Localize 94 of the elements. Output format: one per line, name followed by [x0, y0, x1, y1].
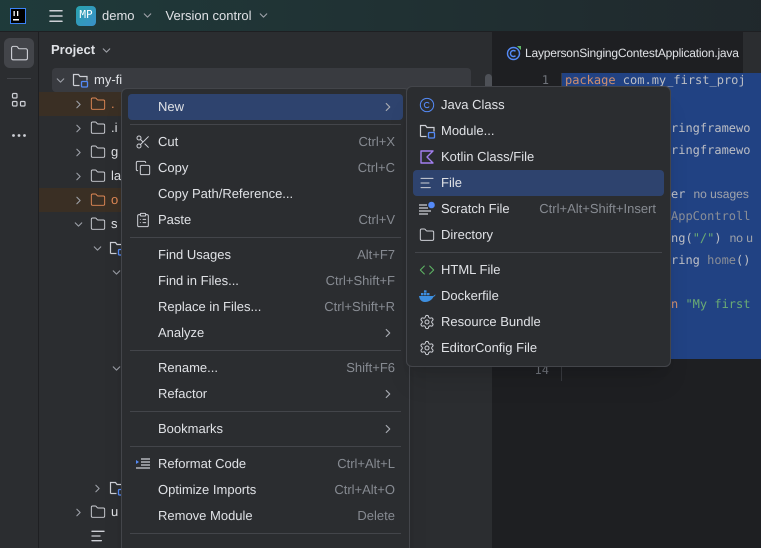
shortcut-label: Ctrl+Alt+Shift+Insert	[539, 200, 656, 218]
code-text: home	[707, 253, 736, 267]
code-text: ng(	[671, 231, 693, 245]
menu-item[interactable]: Cut Ctrl+X	[128, 129, 403, 155]
reformat-icon	[135, 457, 151, 471]
menu-item[interactable]: File	[413, 170, 664, 196]
menu-item[interactable]: Scratch File Ctrl+Alt+Shift+Insert	[413, 196, 664, 222]
code-text: "My first	[685, 297, 750, 311]
shortcut-label: Ctrl+Alt+O	[334, 481, 395, 500]
vcs-selector[interactable]: Version control	[166, 6, 270, 26]
module-icon	[418, 123, 436, 139]
copy-icon	[135, 160, 151, 176]
folder-icon	[90, 120, 106, 136]
folder-icon	[419, 227, 435, 243]
tree-label: g	[111, 143, 118, 162]
scratch-file-icon	[418, 201, 436, 217]
menu-item[interactable]: Reformat Code Ctrl+Alt+L	[128, 451, 403, 477]
code-text: package	[565, 73, 617, 87]
shortcut-label: Ctrl+Shift+R	[324, 298, 395, 316]
code-text: )	[714, 231, 722, 245]
tree-label: u	[111, 503, 118, 522]
code-text: "/"	[692, 231, 714, 245]
menu-item[interactable]: Module...	[413, 118, 664, 144]
module-folder-icon	[72, 72, 89, 88]
code-text: ringframewo	[671, 143, 750, 157]
shortcut-label: Ctrl+X	[358, 133, 395, 152]
inlay-hint: no usages	[693, 187, 749, 201]
menu-item[interactable]: HTML File	[413, 257, 664, 283]
menu-item[interactable]: Bookmarks	[128, 416, 403, 442]
class-icon	[419, 97, 435, 113]
settings-icon	[419, 340, 435, 356]
text-file-icon	[419, 175, 435, 191]
tree-label: .	[111, 95, 115, 114]
shortcut-label: Alt+F7	[357, 246, 395, 264]
menu-item[interactable]: New	[128, 94, 403, 120]
menu-item[interactable]: Optimize Imports Ctrl+Alt+O	[128, 477, 403, 503]
shortcut-label: Ctrl+V	[358, 211, 395, 230]
code-text: ringframewo	[671, 121, 750, 135]
code-text: com.my_first_proj	[622, 73, 746, 87]
menu-item[interactable]: Resource Bundle	[413, 309, 664, 335]
kotlin-icon	[419, 149, 435, 165]
settings-icon	[419, 314, 435, 330]
app-logo-icon	[10, 8, 26, 24]
shortcut-label: Ctrl+C	[358, 159, 395, 178]
code-text: n	[671, 297, 680, 311]
shortcut-label: Shift+F6	[346, 359, 395, 378]
folder-icon	[90, 504, 106, 520]
shortcut-label: Delete	[357, 507, 395, 526]
menu-item[interactable]: EditorConfig File	[413, 335, 664, 361]
folder-icon	[90, 216, 106, 232]
code-text: ring	[671, 253, 701, 267]
code-text: er	[671, 187, 686, 201]
folder-icon	[10, 44, 28, 62]
folder-icon	[90, 144, 106, 160]
tree-label: o	[111, 191, 118, 210]
spring-class-icon	[506, 44, 522, 60]
menu-item[interactable]: Paste Ctrl+V	[128, 207, 403, 233]
editor-tab[interactable]: LaypersonSingingContestApplication.java	[492, 32, 743, 73]
tool-window-button[interactable]	[4, 38, 34, 68]
menu-item[interactable]: Remove Module Delete	[128, 503, 403, 529]
menu-item[interactable]: Directory	[413, 222, 664, 248]
project-selector[interactable]: MP demo	[76, 6, 154, 26]
line-number: 1	[542, 73, 549, 87]
menu-item[interactable]: Find in Files... Ctrl+Shift+F	[128, 268, 403, 294]
tree-label: my-fi	[94, 71, 122, 90]
menu-item[interactable]: Find Usages Alt+F7	[128, 242, 403, 268]
clipboard-icon	[135, 212, 151, 228]
menu-item[interactable]: Replace in Files... Ctrl+Shift+R	[128, 294, 403, 320]
folder-icon	[90, 168, 106, 184]
code-text: AppControll	[671, 209, 750, 223]
shortcut-label: Ctrl+Shift+F	[326, 272, 395, 290]
project-badge: MP	[76, 6, 96, 26]
tree-label: .i	[111, 119, 118, 138]
scissors-icon	[135, 134, 151, 150]
menu-item[interactable]: Copy Ctrl+C	[128, 155, 403, 181]
shortcut-label: Ctrl+Alt+L	[337, 455, 395, 474]
folder-icon	[90, 96, 106, 112]
more-icon	[12, 134, 26, 136]
file-icon	[90, 528, 106, 544]
code-text: ()	[736, 253, 750, 267]
tree-label: s	[111, 215, 118, 234]
menu-item[interactable]: Refactor	[128, 381, 403, 407]
folder-icon	[90, 192, 106, 208]
inlay-hint: no u	[730, 231, 753, 245]
menu-item[interactable]: Copy Path/Reference...	[128, 181, 403, 207]
panel-title[interactable]: Project	[51, 40, 114, 60]
structure-icon	[11, 92, 27, 108]
tree-label: la	[111, 167, 122, 186]
menu-item[interactable]: Kotlin Class/File	[413, 144, 664, 170]
whale-icon	[418, 289, 436, 303]
menu-item[interactable]: Dockerfile	[413, 283, 664, 309]
menu-item[interactable]: Rename... Shift+F6	[128, 355, 403, 381]
menu-item[interactable]: Java Class	[413, 92, 664, 118]
menu-item[interactable]: Analyze	[128, 320, 403, 346]
